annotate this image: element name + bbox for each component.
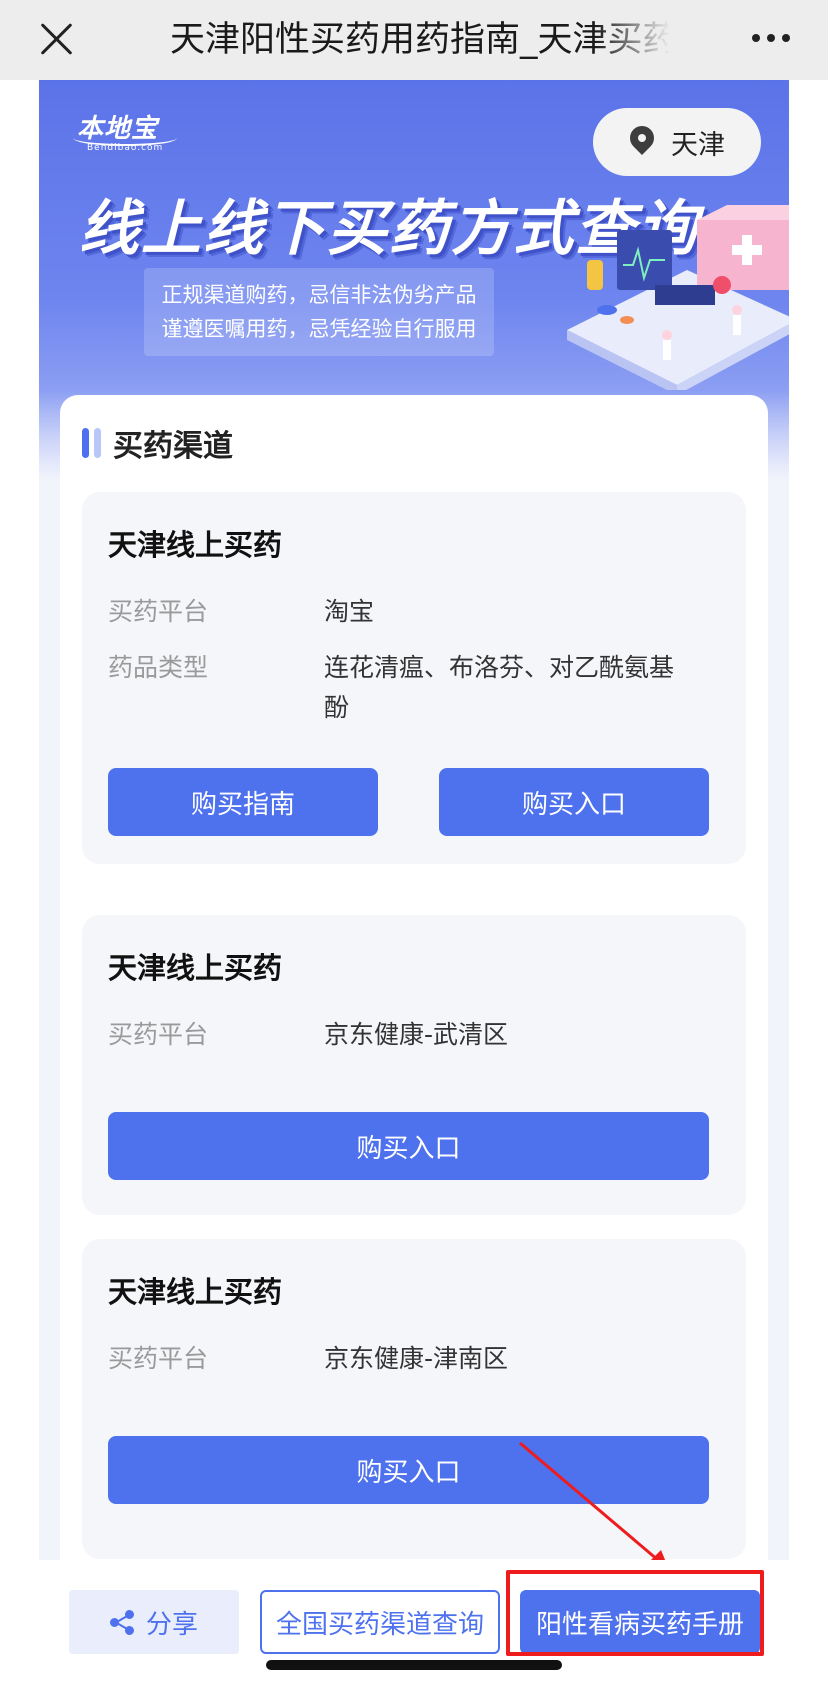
- channel-item: 天津线上买药 买药平台 京东健康-津南区 购买入口: [82, 1239, 746, 1559]
- channel-title: 天津线上买药: [108, 951, 283, 985]
- positive-manual-button[interactable]: 阳性看病买药手册: [520, 1590, 760, 1654]
- channel-item: 天津线上买药 买药平台 淘宝 药品类型 连花清瘟、布洛芬、对乙酰氨基酚 购买指南…: [82, 492, 746, 864]
- page-title: 天津阳性买药用药指南_天津买药: [170, 20, 670, 60]
- purchase-entry-button[interactable]: 购买入口: [108, 1436, 709, 1504]
- share-label: 分享: [145, 1609, 198, 1640]
- purchase-guide-button[interactable]: 购买指南: [108, 768, 378, 836]
- section-header: 买药渠道: [82, 421, 233, 465]
- platform-value: 京东健康-津南区: [324, 1344, 509, 1373]
- city-selector-button[interactable]: 天津: [593, 108, 761, 176]
- home-indicator: [266, 1660, 562, 1670]
- banner-notice: 正规渠道购药，忌信非法伪劣产品 谨遵医嘱用药，忌凭经验自行服用: [144, 268, 494, 356]
- platform-label: 买药平台: [108, 597, 209, 626]
- more-options-icon[interactable]: [752, 34, 790, 42]
- platform-value: 京东健康-武清区: [324, 1020, 509, 1049]
- share-icon: [109, 1610, 134, 1635]
- national-channel-query-button[interactable]: 全国买药渠道查询: [260, 1590, 500, 1654]
- platform-label: 买药平台: [108, 1344, 209, 1373]
- notice-line-2: 谨遵医嘱用药，忌凭经验自行服用: [161, 317, 477, 341]
- channel-title: 天津线上买药: [108, 1275, 283, 1309]
- city-label: 天津: [671, 129, 725, 161]
- page-content: 本地宝 Bendibao.com 天津 线上线下买药方式查询 正规渠道购药，忌信…: [39, 80, 789, 1560]
- type-value: 连花清瘟、布洛芬、对乙酰氨基酚: [324, 653, 675, 722]
- location-pin-icon: [629, 126, 655, 158]
- bottom-action-bar: 分享 全国买药渠道查询 阳性看病买药手册: [0, 1560, 828, 1687]
- section-bar-icon: [82, 428, 101, 458]
- purchase-entry-button[interactable]: 购买入口: [439, 768, 709, 836]
- channel-item: 天津线上买药 买药平台 京东健康-武清区 购买入口: [82, 915, 746, 1215]
- close-icon[interactable]: [36, 18, 78, 60]
- channel-card: 买药渠道 天津线上买药 买药平台 淘宝 药品类型 连花清瘟、布洛芬、对乙酰氨基酚…: [60, 395, 768, 1560]
- platform-value: 淘宝: [324, 597, 375, 626]
- platform-label: 买药平台: [108, 1020, 209, 1049]
- pharmacy-illustration: [567, 205, 789, 390]
- top-navigation-bar: 天津阳性买药用药指南_天津买药: [0, 0, 828, 80]
- logo: 本地宝 Bendibao.com: [73, 108, 177, 153]
- section-title: 买药渠道: [113, 429, 233, 464]
- type-label: 药品类型: [108, 653, 209, 682]
- notice-line-1: 正规渠道购药，忌信非法伪劣产品: [161, 283, 477, 307]
- share-button[interactable]: 分享: [69, 1590, 239, 1654]
- logo-swoosh: [73, 130, 177, 146]
- channel-title: 天津线上买药: [108, 528, 283, 562]
- purchase-entry-button[interactable]: 购买入口: [108, 1112, 709, 1180]
